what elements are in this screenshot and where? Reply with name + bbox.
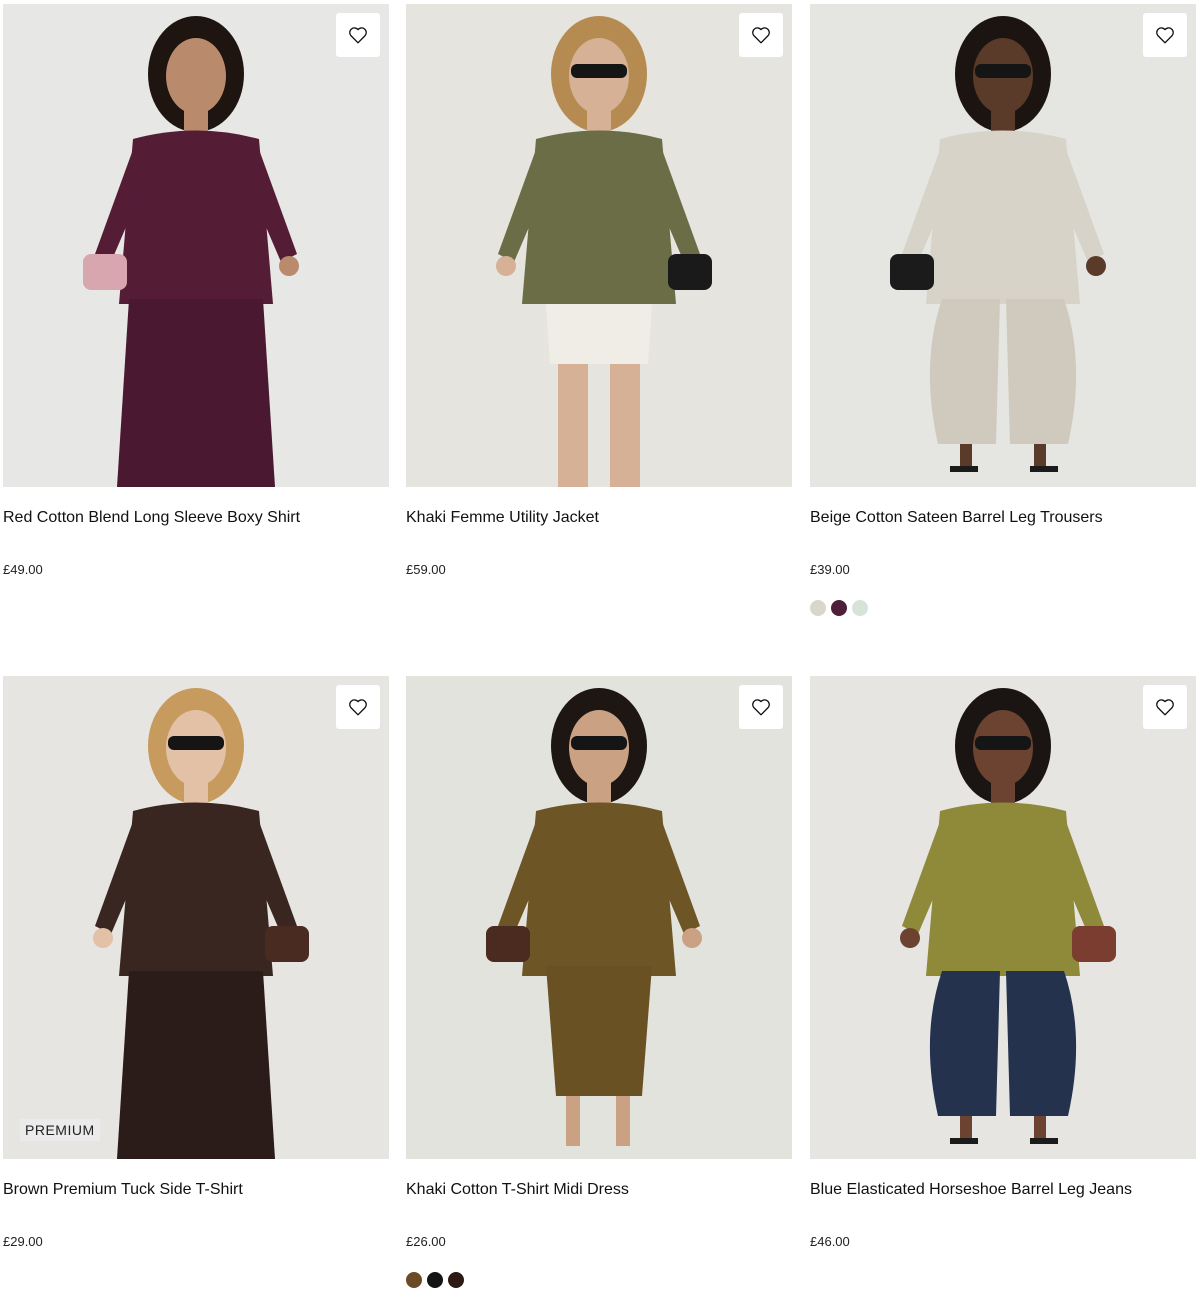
product-image[interactable] [810,4,1196,487]
product-card[interactable]: Beige Cotton Sateen Barrel Leg Trousers £… [810,4,1196,616]
product-card[interactable]: PREMIUM Brown Premium Tuck Side T-Shirt £2… [3,676,389,1251]
wishlist-button[interactable] [1143,685,1187,729]
product-media[interactable] [406,676,792,1159]
colour-swatch[interactable] [406,1272,422,1288]
product-media[interactable] [3,4,389,487]
colour-swatches [406,1272,792,1288]
product-title[interactable]: Red Cotton Blend Long Sleeve Boxy Shirt [3,508,389,528]
product-card[interactable]: Khaki Cotton T-Shirt Midi Dress £26.00 [406,676,792,1288]
colour-swatch[interactable] [448,1272,464,1288]
product-price: £39.00 [810,562,850,577]
product-image[interactable] [810,676,1196,1159]
product-media[interactable] [810,4,1196,487]
wishlist-button[interactable] [739,13,783,57]
premium-badge: PREMIUM [20,1119,100,1141]
colour-swatch[interactable] [427,1272,443,1288]
product-media[interactable] [810,676,1196,1159]
product-card[interactable]: Red Cotton Blend Long Sleeve Boxy Shirt £… [3,4,389,579]
product-grid: Red Cotton Blend Long Sleeve Boxy Shirt £… [0,0,1200,1295]
product-title[interactable]: Blue Elasticated Horseshoe Barrel Leg Je… [810,1180,1196,1200]
product-title[interactable]: Khaki Cotton T-Shirt Midi Dress [406,1180,792,1200]
product-price: £26.00 [406,1234,446,1249]
colour-swatch[interactable] [852,600,868,616]
product-image[interactable] [3,4,389,487]
product-card[interactable]: Khaki Femme Utility Jacket £59.00 [406,4,792,579]
heart-outline-icon [1156,699,1174,716]
product-title[interactable]: Beige Cotton Sateen Barrel Leg Trousers [810,508,1196,528]
product-media[interactable]: PREMIUM [3,676,389,1159]
product-price: £59.00 [406,562,446,577]
heart-outline-icon [752,27,770,44]
colour-swatch[interactable] [831,600,847,616]
heart-outline-icon [752,699,770,716]
product-price: £49.00 [3,562,43,577]
wishlist-button[interactable] [336,685,380,729]
product-image[interactable] [406,676,792,1159]
product-title[interactable]: Khaki Femme Utility Jacket [406,508,792,528]
product-image[interactable] [406,4,792,487]
colour-swatch[interactable] [810,600,826,616]
product-media[interactable] [406,4,792,487]
product-image[interactable] [3,676,389,1159]
wishlist-button[interactable] [739,685,783,729]
wishlist-button[interactable] [336,13,380,57]
heart-outline-icon [1156,27,1174,44]
heart-outline-icon [349,699,367,716]
product-price: £29.00 [3,1234,43,1249]
colour-swatches [810,600,1196,616]
product-price: £46.00 [810,1234,850,1249]
wishlist-button[interactable] [1143,13,1187,57]
product-card[interactable]: Blue Elasticated Horseshoe Barrel Leg Je… [810,676,1196,1251]
heart-outline-icon [349,27,367,44]
product-title[interactable]: Brown Premium Tuck Side T-Shirt [3,1180,389,1200]
